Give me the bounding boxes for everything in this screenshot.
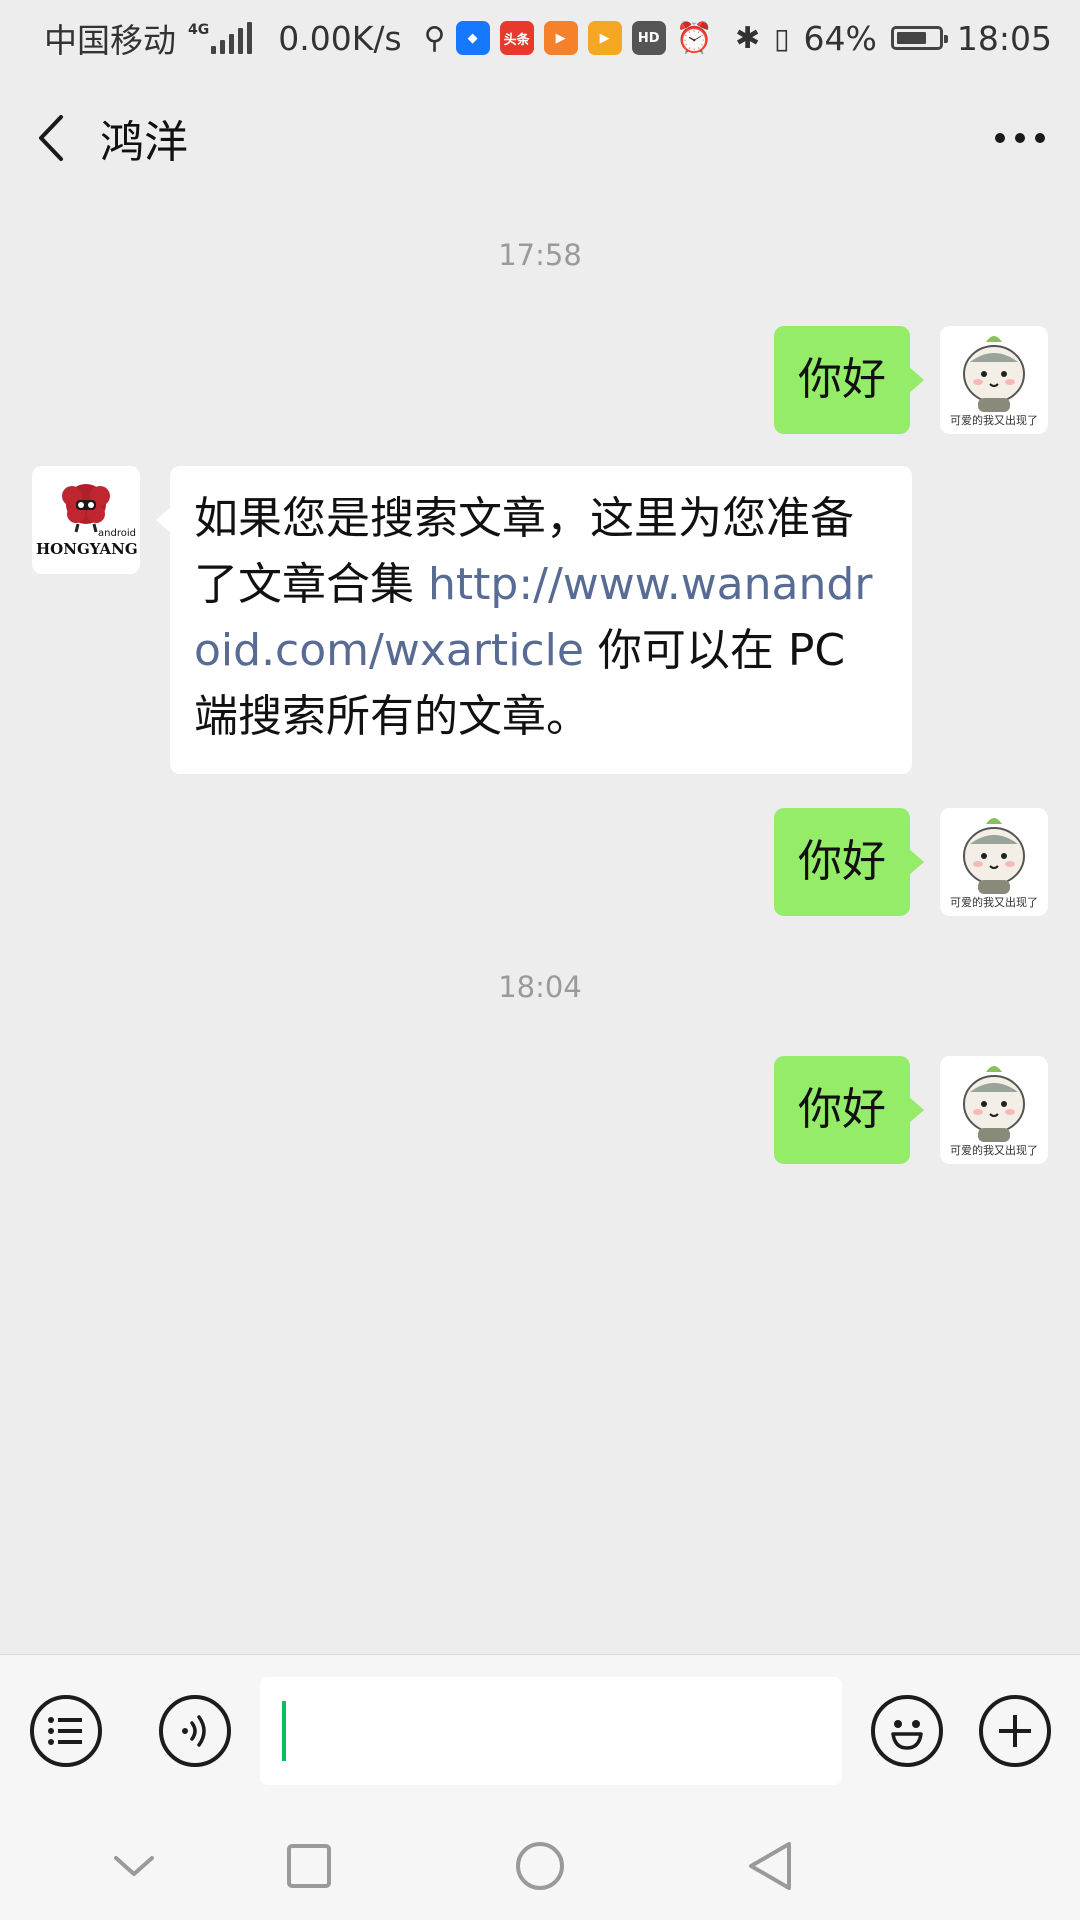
status-time: 18:05 xyxy=(956,18,1052,58)
status-bar: 中国移动 4G 0.00K/s ⚲ ◆ 头条 ▶ ▶ HD ⏰ ✱ ▯ 64% … xyxy=(0,0,1080,76)
bluetooth-icon: ✱ xyxy=(734,20,761,56)
chat-header: 鸿洋 xyxy=(0,76,1080,200)
self-avatar[interactable]: 可爱的我又出现了 xyxy=(940,1056,1048,1164)
self-avatar[interactable]: 可爱的我又出现了 xyxy=(940,808,1048,916)
signal-icon: 4G xyxy=(188,22,253,54)
shield-app-icon: ◆ xyxy=(455,21,490,55)
emoji-button[interactable] xyxy=(871,1695,943,1767)
back-nav-button[interactable] xyxy=(740,1836,800,1896)
toutiao-app-icon: 头条 xyxy=(499,21,534,55)
incoming-message-bubble[interactable]: 如果您是搜索文章，这里为您准备了文章合集 http://www.wanandro… xyxy=(156,466,912,774)
status-app-icons: ⚲ ◆ 头条 ▶ ▶ HD ⏰ xyxy=(424,21,713,56)
more-button[interactable] xyxy=(960,76,1080,200)
usb-icon: ⚲ xyxy=(423,20,446,56)
voice-button[interactable] xyxy=(159,1695,231,1767)
status-left: 中国移动 4G 0.00K/s xyxy=(44,14,402,62)
emoji-icon xyxy=(891,1720,923,1750)
timestamp: 18:04 xyxy=(498,970,582,1004)
timestamp: 17:58 xyxy=(498,238,582,272)
logo-small-text: android xyxy=(98,528,136,539)
hide-keyboard-icon xyxy=(114,1856,154,1876)
hd-icon: HD xyxy=(631,21,666,55)
list-menu-icon xyxy=(48,1717,82,1745)
outgoing-message-bubble[interactable]: 你好 xyxy=(774,808,924,916)
carrier-label: 中国移动 xyxy=(44,21,176,60)
network-type-label: 4G xyxy=(188,22,210,38)
back-button[interactable] xyxy=(0,76,100,200)
chevron-left-icon xyxy=(39,115,63,161)
input-bar xyxy=(0,1654,1080,1806)
vibrate-icon: ▯ xyxy=(774,21,790,55)
logo-text: HONGYANG xyxy=(36,540,138,558)
net-speed-label: 0.00K/s xyxy=(278,18,402,58)
home-icon xyxy=(516,1842,564,1890)
outgoing-message-bubble[interactable]: 你好 xyxy=(774,326,924,434)
play-app-icon: ▶ xyxy=(543,21,578,55)
back-triangle-icon xyxy=(749,1842,791,1890)
voice-icon xyxy=(182,1715,206,1747)
outgoing-message-bubble[interactable]: 你好 xyxy=(774,1056,924,1164)
avatar-caption: 可爱的我又出现了 xyxy=(950,414,1038,427)
more-dots-icon xyxy=(995,133,1045,143)
text-caret xyxy=(282,1701,286,1761)
home-button[interactable] xyxy=(510,1836,570,1896)
plus-button[interactable] xyxy=(979,1695,1051,1767)
alarm-icon: ⏰ xyxy=(675,20,714,56)
chat-title: 鸿洋 xyxy=(100,117,188,168)
battery-percent-label: 64% xyxy=(803,18,877,58)
avatar-caption: 可爱的我又出现了 xyxy=(950,1144,1038,1157)
system-nav-bar xyxy=(0,1806,1080,1920)
plus-icon xyxy=(999,1715,1031,1747)
recents-button[interactable] xyxy=(279,1836,339,1896)
video-app-icon: ▶ xyxy=(587,21,622,55)
message-input[interactable] xyxy=(260,1677,842,1785)
self-avatar[interactable]: 可爱的我又出现了 xyxy=(940,326,1048,434)
menu-button[interactable] xyxy=(30,1695,102,1767)
status-right: ✱ ▯ 64% 18:05 xyxy=(735,19,1052,58)
contact-avatar[interactable]: HONGYANG android xyxy=(32,466,140,574)
hide-keyboard-button[interactable] xyxy=(104,1836,164,1896)
avatar-caption: 可爱的我又出现了 xyxy=(950,896,1038,909)
recents-icon xyxy=(287,1844,331,1888)
battery-icon xyxy=(890,26,948,50)
